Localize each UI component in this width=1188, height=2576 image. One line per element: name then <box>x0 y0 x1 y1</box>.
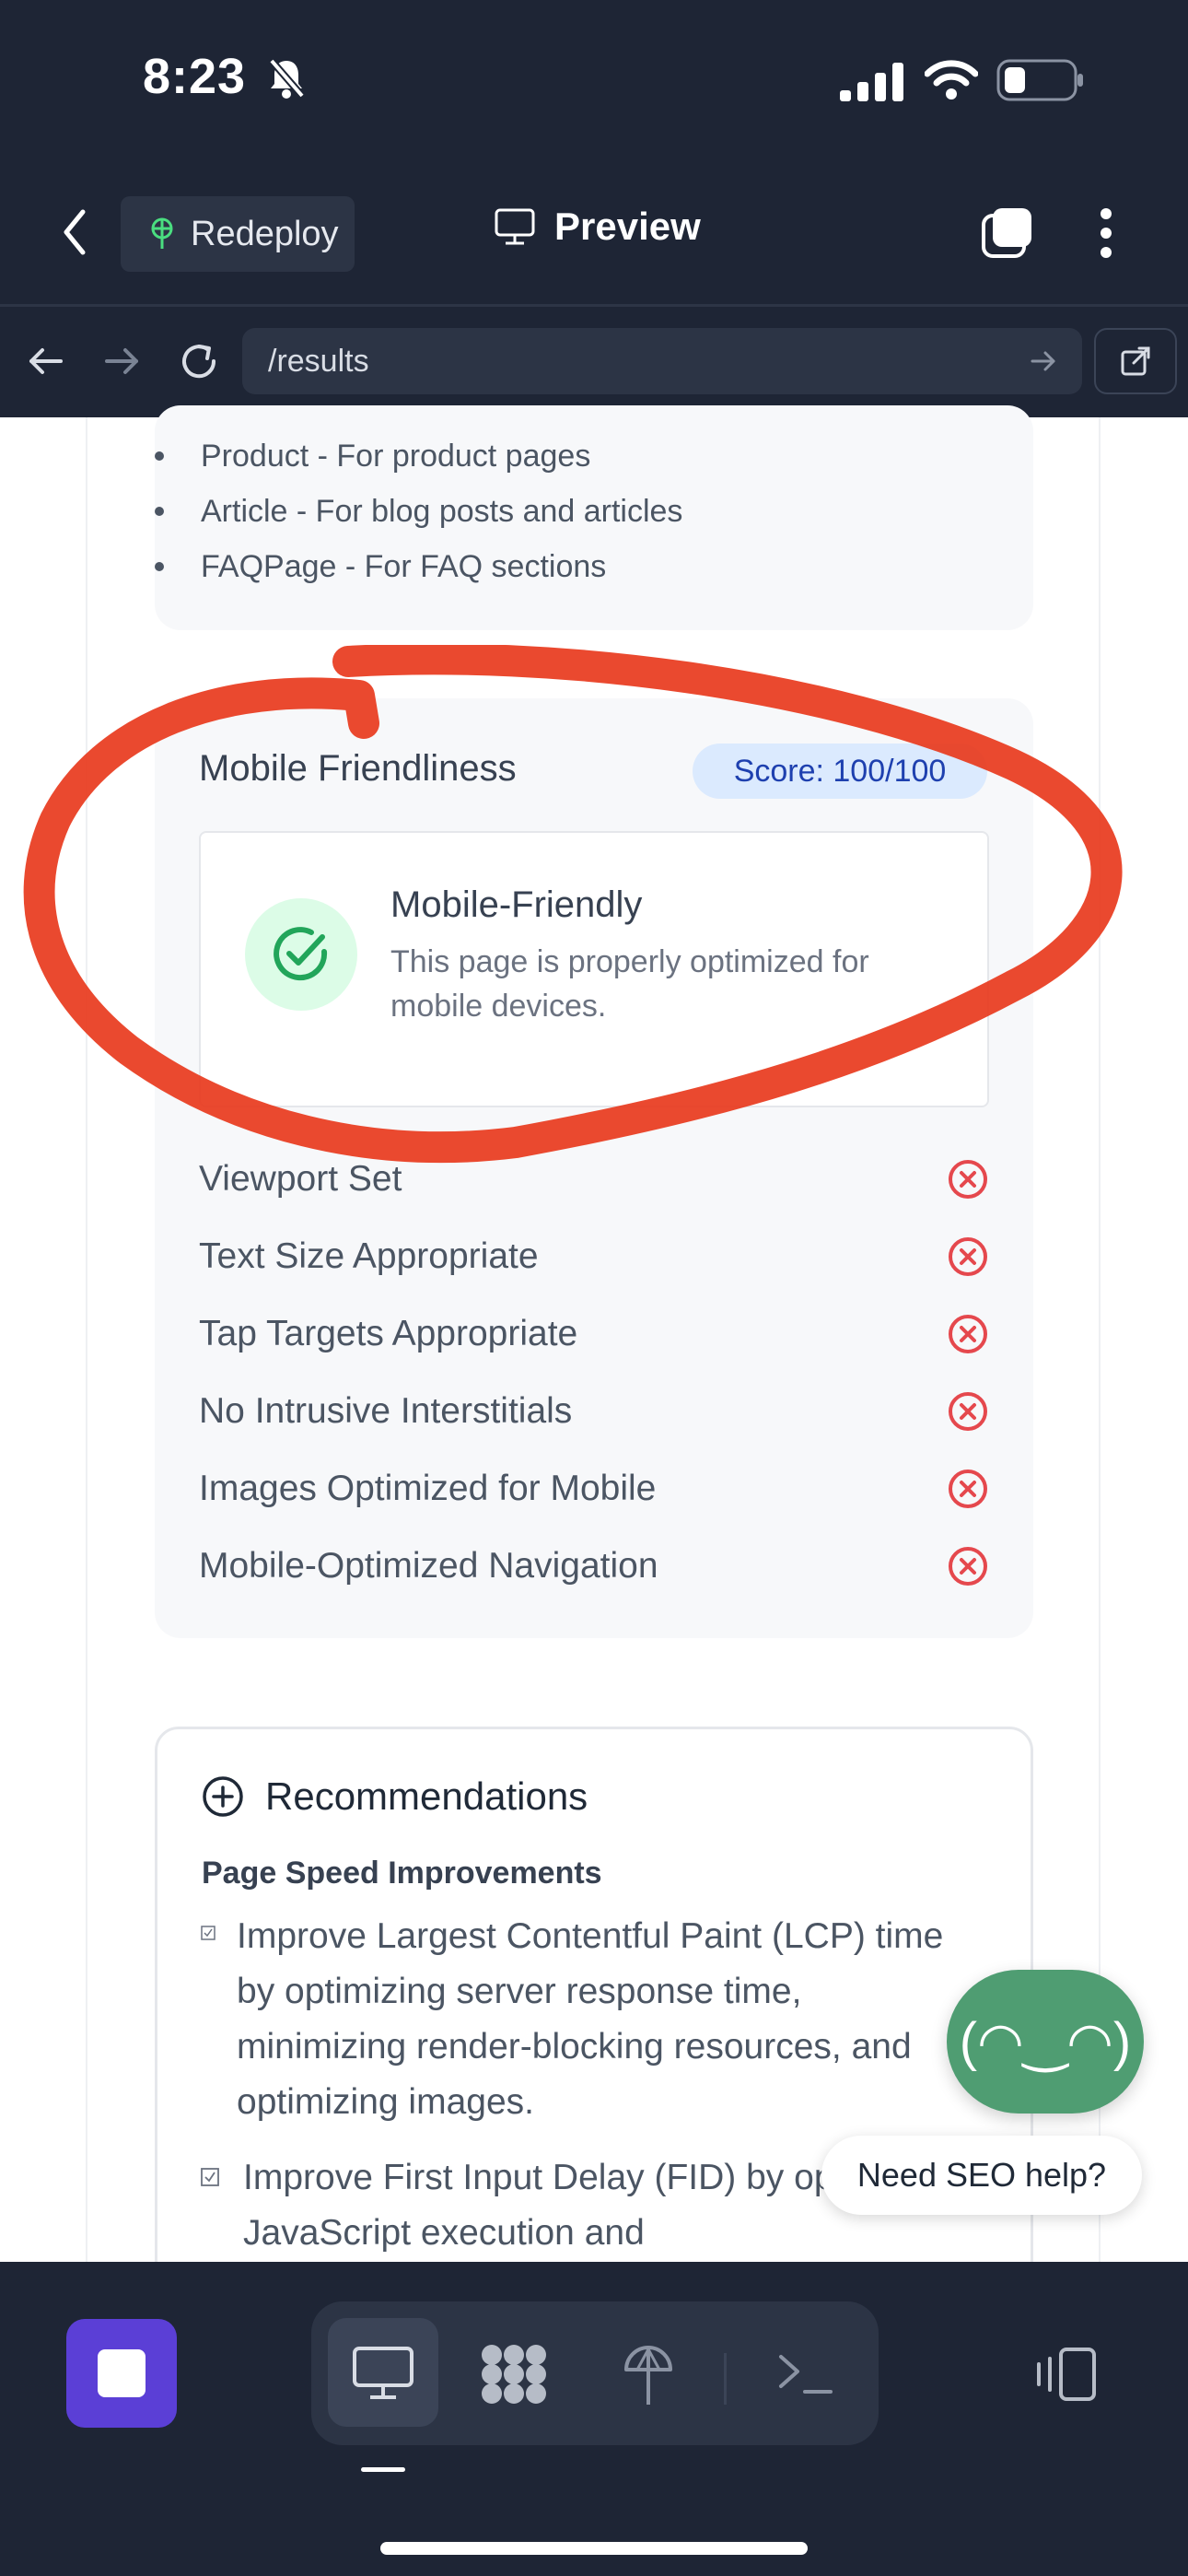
preview-title: Preview <box>494 205 701 249</box>
browser-back-icon[interactable] <box>26 341 66 381</box>
checkbox-icon <box>201 1926 215 1940</box>
monitor-icon <box>495 208 535 245</box>
url-input[interactable]: /results <box>242 328 1082 394</box>
seo-help-bubble[interactable]: Need SEO help? <box>821 2136 1142 2215</box>
x-circle-icon <box>949 1547 987 1586</box>
go-arrow-icon[interactable] <box>1030 347 1057 375</box>
open-external-button[interactable] <box>1094 328 1177 394</box>
home-indicator <box>380 2542 808 2555</box>
terminal-icon[interactable] <box>775 2351 834 2397</box>
back-chevron-icon[interactable] <box>61 208 88 256</box>
list-item: Article - For blog posts and articles <box>155 484 682 539</box>
apps-grid-icon[interactable] <box>479 2342 549 2406</box>
plus-circle-icon <box>203 1776 243 1817</box>
dock-divider <box>724 2353 727 2405</box>
highlight-annotation <box>23 645 1123 1164</box>
x-circle-icon <box>949 1469 987 1508</box>
preview-label: Preview <box>554 205 701 248</box>
recommendations-subtitle: Page Speed Improvements <box>202 1856 602 1891</box>
list-item: Tap Targets Appropriate <box>199 1295 989 1373</box>
checkbox-icon <box>201 2168 219 2186</box>
stop-button[interactable] <box>66 2319 177 2428</box>
redeploy-button[interactable]: Redeploy <box>121 196 355 272</box>
external-link-icon <box>1121 346 1150 376</box>
list-item: FAQPage - For FAQ sections <box>155 539 682 594</box>
deploy-tab-icon[interactable] <box>621 2342 676 2408</box>
reload-icon[interactable] <box>177 339 221 383</box>
tabs-icon[interactable] <box>980 205 1035 260</box>
recommendations-title: Recommendations <box>265 1774 588 1818</box>
more-menu-icon[interactable] <box>1098 206 1114 260</box>
redeploy-label: Redeploy <box>191 214 339 253</box>
list-item: No Intrusive Interstitials <box>199 1373 989 1450</box>
active-tab-indicator <box>361 2467 405 2472</box>
monitor-tab-icon[interactable] <box>352 2346 414 2401</box>
status-time: 8:23 <box>143 49 247 104</box>
browser-forward-icon[interactable] <box>101 341 142 381</box>
recommendation-item: Improve Largest Contentful Paint (LCP) t… <box>237 1916 944 2122</box>
recommendations-heading: Recommendations <box>201 1774 588 1819</box>
list-item: Images Optimized for Mobile <box>199 1450 989 1528</box>
device-toggle-icon[interactable] <box>1033 2346 1100 2403</box>
list-item: Mobile-Optimized Navigation <box>199 1528 989 1605</box>
wifi-icon <box>925 60 978 100</box>
signal-icon <box>840 63 903 101</box>
silent-bell-icon <box>268 58 306 99</box>
url-text: /results <box>268 343 369 379</box>
list-item: Product - For product pages <box>155 428 682 484</box>
redeploy-icon <box>151 217 173 249</box>
stop-icon <box>98 2349 146 2397</box>
schema-types-list: Product - For product pages Article - Fo… <box>155 428 682 594</box>
x-circle-icon <box>949 1392 987 1431</box>
x-circle-icon <box>949 1315 987 1353</box>
seo-help-button[interactable]: (◠‿◠) <box>947 1970 1144 2113</box>
battery-icon <box>996 59 1083 101</box>
